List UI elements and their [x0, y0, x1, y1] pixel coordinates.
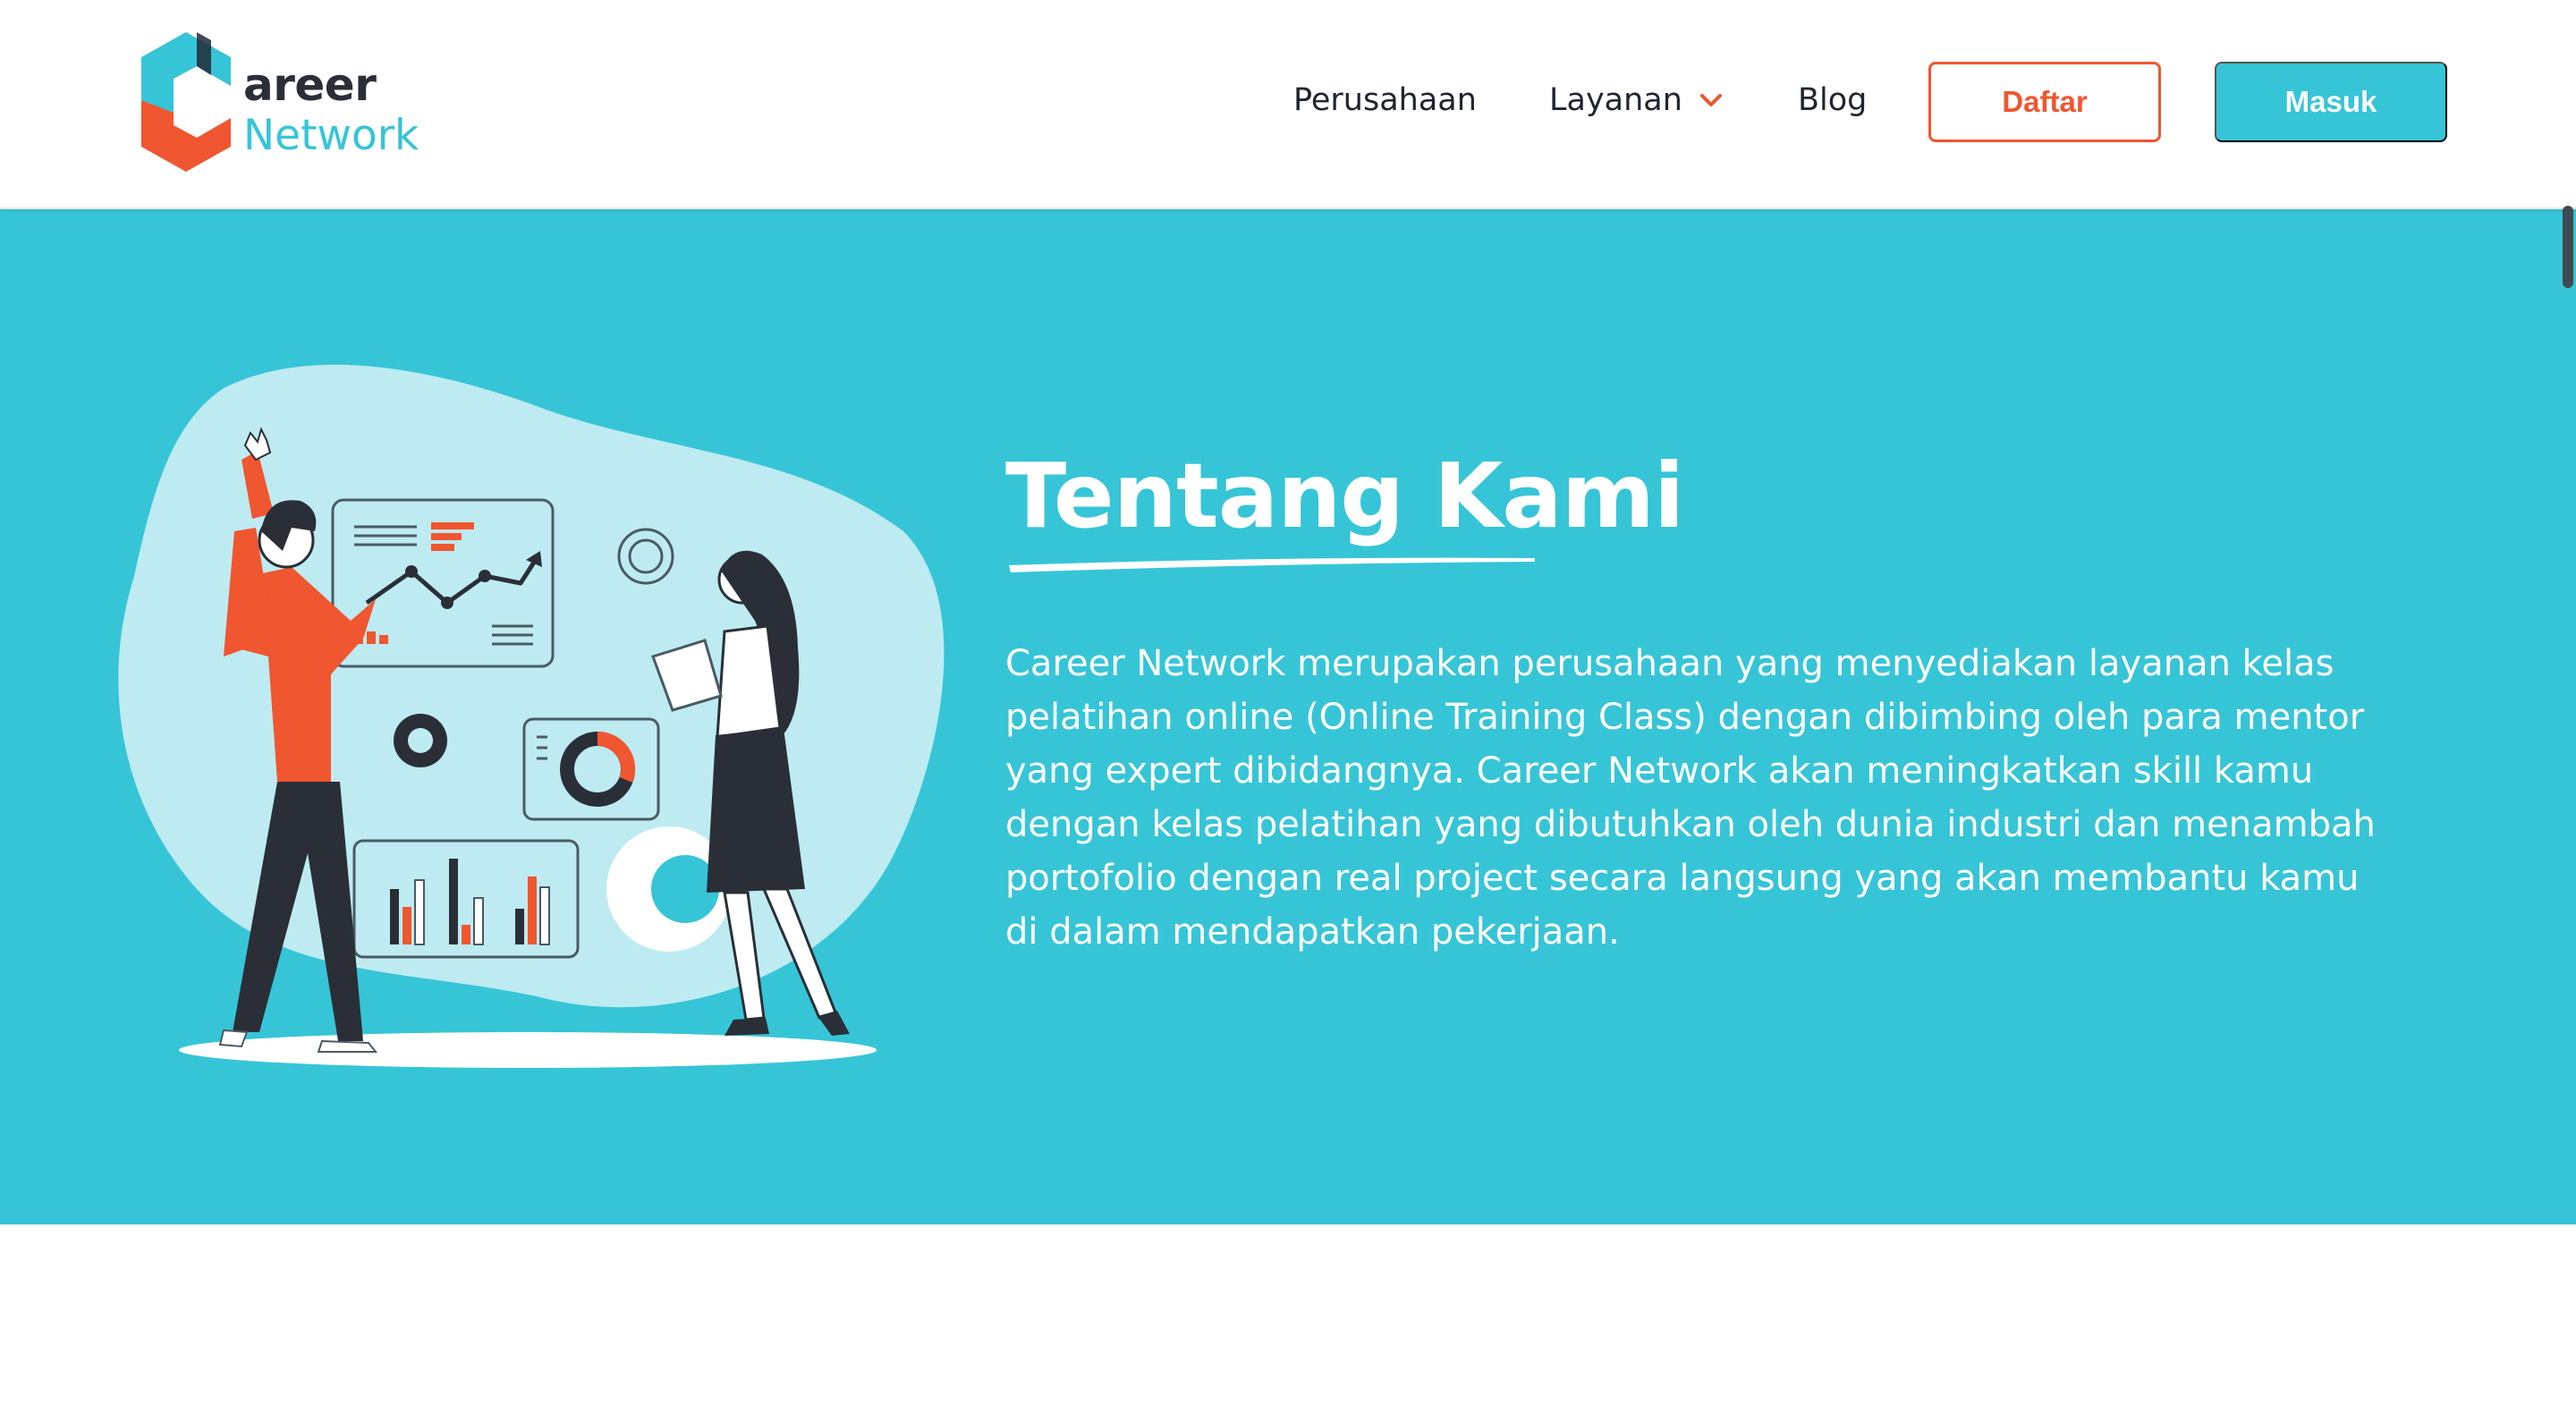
- nav-blog[interactable]: Blog: [1798, 82, 1867, 118]
- about-description: Career Network merupakan perusahaan yang…: [1005, 643, 2376, 953]
- about-hero-section: Tentang Kami Career Network merupakan pe…: [0, 209, 2576, 1224]
- logo-word-career: areer: [243, 59, 377, 111]
- nav-perusahaan[interactable]: Perusahaan: [1293, 82, 1477, 118]
- login-button[interactable]: Masuk: [2215, 62, 2447, 142]
- register-button[interactable]: Daftar: [1928, 62, 2161, 142]
- page-scrollbar[interactable]: [2560, 0, 2576, 1406]
- team-analytics-illustration: [118, 364, 945, 1068]
- chevron-down-icon: [1699, 94, 1722, 106]
- logo-link[interactable]: areer Network: [141, 32, 419, 175]
- page-title: Tentang Kami: [1005, 444, 1684, 548]
- title-underline: [1009, 557, 1535, 572]
- career-network-logo-icon: [141, 32, 231, 172]
- logo-word-network: Network: [243, 111, 419, 160]
- nav-layanan-dropdown[interactable]: Layanan: [1549, 82, 1724, 118]
- scrollbar-thumb[interactable]: [2563, 206, 2573, 288]
- site-header: areer Network Perusahaan Layanan Blog Da…: [0, 0, 2576, 209]
- nav-layanan-label: Layanan: [1549, 82, 1682, 118]
- page: areer Network Perusahaan Layanan Blog Da…: [0, 0, 2576, 1406]
